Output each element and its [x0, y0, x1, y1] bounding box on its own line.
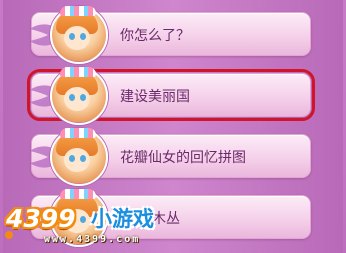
dialog-option-1[interactable]: 你怎么了？	[30, 6, 311, 64]
fairy-avatar	[50, 67, 108, 125]
dialog-option-label: 花瓣仙女的回忆拼图	[120, 150, 246, 166]
dialog-option-label: 建设美丽国	[120, 89, 190, 105]
logo-url: www.4399.com	[44, 234, 141, 245]
logo-dot-icon	[5, 231, 13, 239]
dialog-option-label: 你怎么了？	[120, 28, 190, 44]
dialog-option-2[interactable]: 建设美丽国	[27, 67, 315, 125]
logo-text: 小游戏	[91, 207, 154, 231]
dialog-option-3[interactable]: 花瓣仙女的回忆拼图	[30, 128, 311, 186]
4399-logo: 4399 小游戏 www.4399.com	[0, 204, 166, 253]
fairy-avatar	[50, 6, 108, 64]
logo-number: 4399	[6, 204, 76, 233]
fairy-avatar	[50, 128, 108, 186]
